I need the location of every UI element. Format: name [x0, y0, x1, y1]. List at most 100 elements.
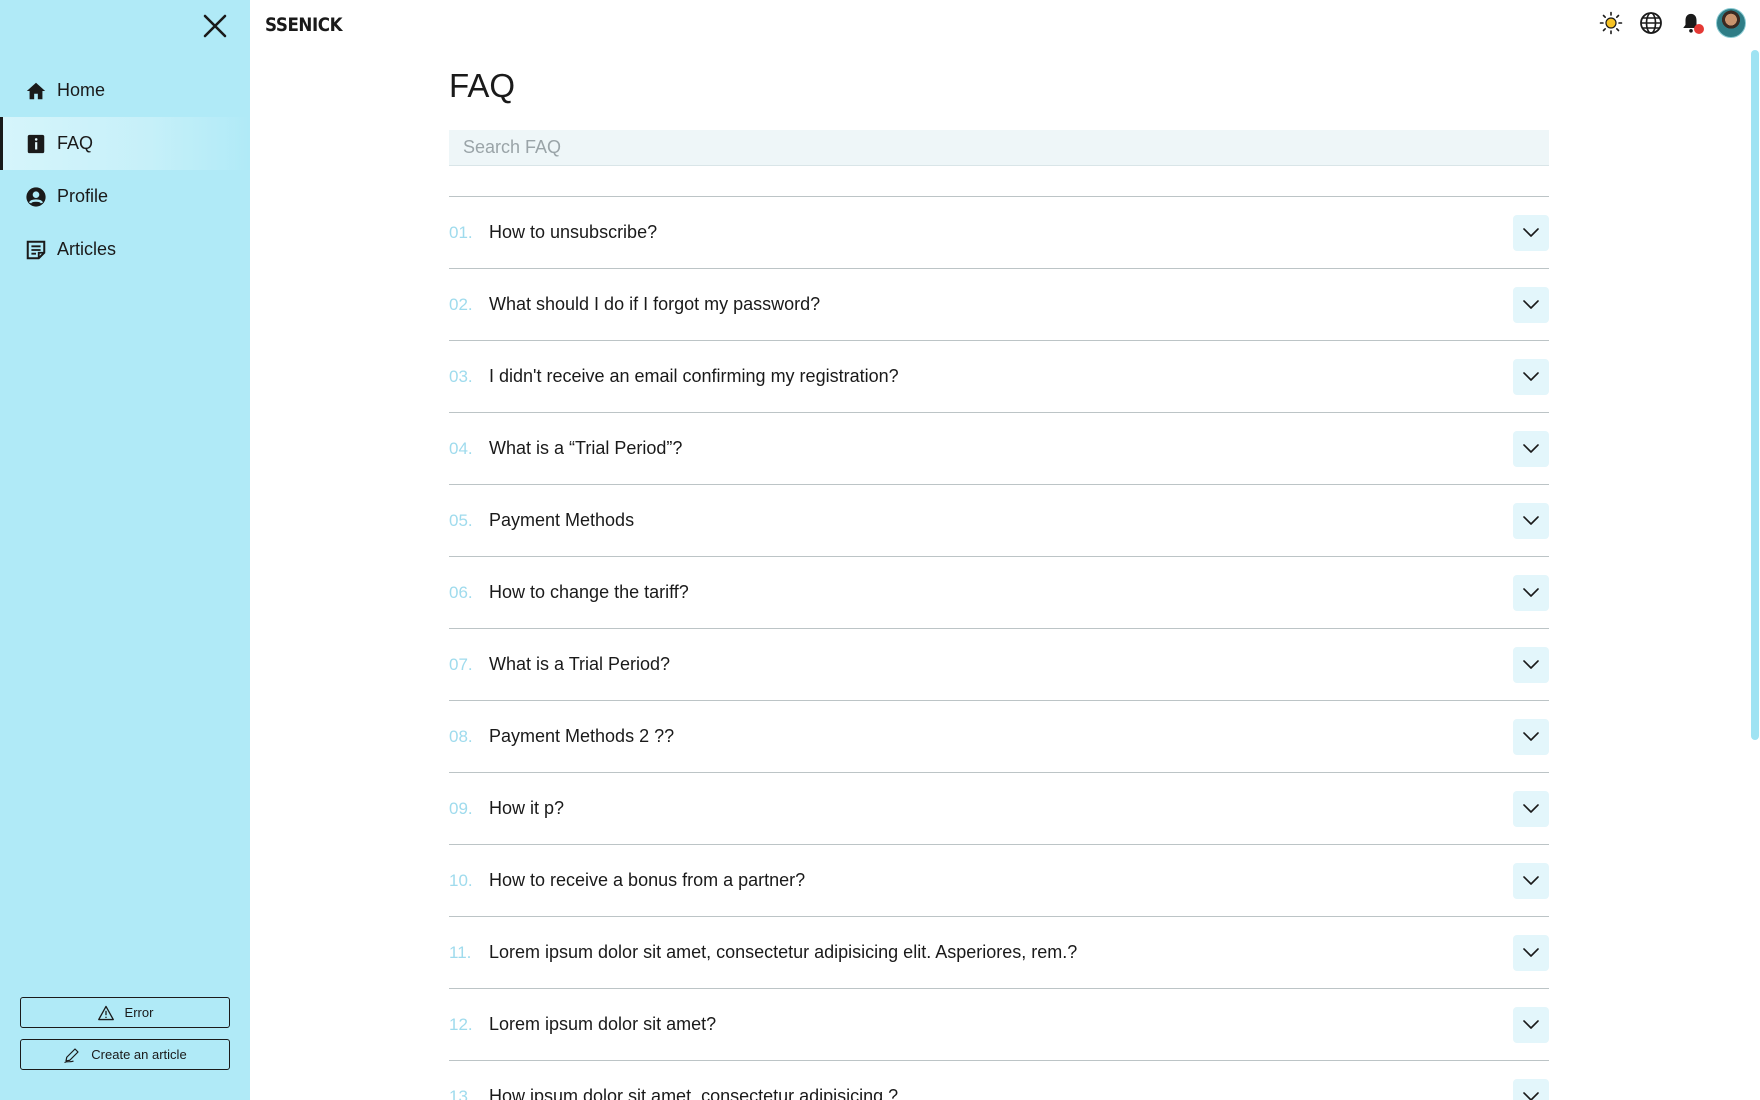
- sidebar-item-profile[interactable]: Profile: [0, 170, 250, 223]
- sidebar-item-label: Articles: [57, 239, 117, 259]
- page-scrollbar[interactable]: [1750, 0, 1760, 1100]
- faq-number: 05.: [449, 510, 473, 530]
- faq-expand-button[interactable]: [1513, 502, 1549, 539]
- faq-number: 09.: [449, 798, 473, 818]
- chevron-down-icon: [1523, 227, 1539, 237]
- brand-logo[interactable]: SSENICK: [265, 14, 343, 36]
- faq-expand-button[interactable]: [1513, 430, 1549, 467]
- globe-icon: [1640, 12, 1662, 34]
- chevron-down-icon: [1523, 875, 1539, 885]
- faq-expand-button[interactable]: [1513, 646, 1549, 683]
- faq-question: I didn't receive an email confirming my …: [489, 366, 899, 386]
- app-root: Home FAQ Profile Articles Error Create a…: [0, 0, 1760, 1100]
- faq-expand-button[interactable]: [1513, 574, 1549, 611]
- sidebar: Home FAQ Profile Articles Error Create a…: [0, 0, 250, 1100]
- chevron-down-icon: [1523, 299, 1539, 309]
- faq-item[interactable]: 05. Payment Methods: [449, 484, 1549, 556]
- close-sidebar-button[interactable]: [199, 10, 231, 42]
- chevron-down-icon: [1523, 731, 1539, 741]
- faq-question: How to unsubscribe?: [489, 222, 658, 242]
- error-button-label: Error: [124, 1005, 154, 1020]
- chevron-down-icon: [1523, 371, 1539, 381]
- faq-item[interactable]: 01. How to unsubscribe?: [449, 196, 1549, 268]
- home-icon: [25, 80, 47, 102]
- faq-number: 06.: [449, 582, 473, 602]
- chevron-down-icon: [1523, 587, 1539, 597]
- faq-question: Lorem ipsum dolor sit amet, consectetur …: [489, 942, 1078, 962]
- chevron-down-icon: [1523, 515, 1539, 525]
- faq-question: Lorem ipsum dolor sit amet?: [489, 1014, 717, 1034]
- faq-item[interactable]: 09. How it p?: [449, 772, 1549, 844]
- faq-number: 07.: [449, 654, 473, 674]
- sidebar-item-home[interactable]: Home: [0, 64, 250, 117]
- faq-number: 02.: [449, 294, 473, 314]
- sidebar-item-articles[interactable]: Articles: [0, 223, 250, 276]
- faq-item[interactable]: 06. How to change the tariff?: [449, 556, 1549, 628]
- chevron-down-icon: [1523, 443, 1539, 453]
- faq-number: 04.: [449, 438, 473, 458]
- search-input[interactable]: [449, 130, 1549, 166]
- sun-icon: [1599, 11, 1623, 35]
- faq-expand-button[interactable]: [1513, 358, 1549, 395]
- sidebar-item-label: Profile: [57, 186, 109, 206]
- info-book-icon: [25, 133, 47, 155]
- faq-number: 01.: [449, 222, 473, 242]
- sidebar-item-label: FAQ: [57, 133, 94, 153]
- faq-item[interactable]: 02. What should I do if I forgot my passw…: [449, 268, 1549, 340]
- chevron-down-icon: [1523, 1091, 1539, 1100]
- faq-question: Payment Methods: [489, 510, 635, 530]
- sidebar-item-label: Home: [57, 80, 106, 100]
- header-actions: [1586, 8, 1746, 38]
- faq-item[interactable]: 12. Lorem ipsum dolor sit amet?: [449, 988, 1549, 1060]
- close-icon: [203, 14, 227, 38]
- faq-expand-button[interactable]: [1513, 1078, 1549, 1100]
- faq-number: 08.: [449, 726, 473, 746]
- faq-expand-button[interactable]: [1513, 214, 1549, 251]
- faq-expand-button[interactable]: [1513, 286, 1549, 323]
- faq-number: 10.: [449, 870, 473, 890]
- faq-expand-button[interactable]: [1513, 790, 1549, 827]
- sidebar-item-faq[interactable]: FAQ: [0, 117, 250, 170]
- main-content: FAQ 01. How to unsubscribe? 02. What should…: [449, 64, 1549, 1100]
- create-article-button[interactable]: Create an article: [20, 1039, 230, 1070]
- faq-item[interactable]: 04. What is a “Trial Period”?: [449, 412, 1549, 484]
- faq-expand-button[interactable]: [1513, 934, 1549, 971]
- faq-item[interactable]: 07. What is a Trial Period?: [449, 628, 1549, 700]
- notifications-button[interactable]: [1676, 8, 1706, 38]
- faq-item[interactable]: 08. Payment Methods 2 ??: [449, 700, 1549, 772]
- article-icon: [25, 239, 47, 261]
- faq-number: 11.: [449, 942, 472, 962]
- faq-list: 01. How to unsubscribe? 02. What should I d…: [449, 196, 1549, 1100]
- faq-question: What should I do if I forgot my password…: [489, 294, 821, 314]
- faq-expand-button[interactable]: [1513, 718, 1549, 755]
- faq-expand-button[interactable]: [1513, 1006, 1549, 1043]
- pen-icon: [63, 1046, 81, 1064]
- faq-question: How to change the tariff?: [489, 582, 689, 602]
- faq-question: How it p?: [489, 798, 565, 818]
- faq-question: How to receive a bonus from a partner?: [489, 870, 806, 890]
- scrollbar-thumb[interactable]: [1751, 50, 1759, 740]
- chevron-down-icon: [1523, 1019, 1539, 1029]
- error-button[interactable]: Error: [20, 997, 230, 1028]
- user-circle-icon: [25, 186, 47, 208]
- notification-badge: [1694, 24, 1704, 34]
- warning-icon: [97, 1005, 115, 1021]
- faq-item[interactable]: 03. I didn't receive an email confirming …: [449, 340, 1549, 412]
- create-button-label: Create an article: [91, 1047, 187, 1062]
- language-button[interactable]: [1636, 8, 1666, 38]
- faq-question: What is a Trial Period?: [489, 654, 671, 674]
- faq-expand-button[interactable]: [1513, 862, 1549, 899]
- faq-item[interactable]: 13. How ipsum dolor sit amet, consectetur…: [449, 1060, 1549, 1100]
- avatar[interactable]: [1716, 8, 1746, 38]
- chevron-down-icon: [1523, 803, 1539, 813]
- faq-number: 12.: [449, 1014, 473, 1034]
- faq-item[interactable]: 10. How to receive a bonus from a partner…: [449, 844, 1549, 916]
- theme-toggle-button[interactable]: [1596, 8, 1626, 38]
- faq-number: 03.: [449, 366, 473, 386]
- faq-question: Payment Methods 2 ??: [489, 726, 675, 746]
- faq-number: 13.: [449, 1086, 473, 1100]
- faq-item[interactable]: 11. Lorem ipsum dolor sit amet, consectet…: [449, 916, 1549, 988]
- sidebar-nav: Home FAQ Profile Articles: [0, 64, 250, 276]
- faq-question: What is a “Trial Period”?: [489, 438, 683, 458]
- faq-question: How ipsum dolor sit amet, consectetur ad…: [489, 1086, 899, 1100]
